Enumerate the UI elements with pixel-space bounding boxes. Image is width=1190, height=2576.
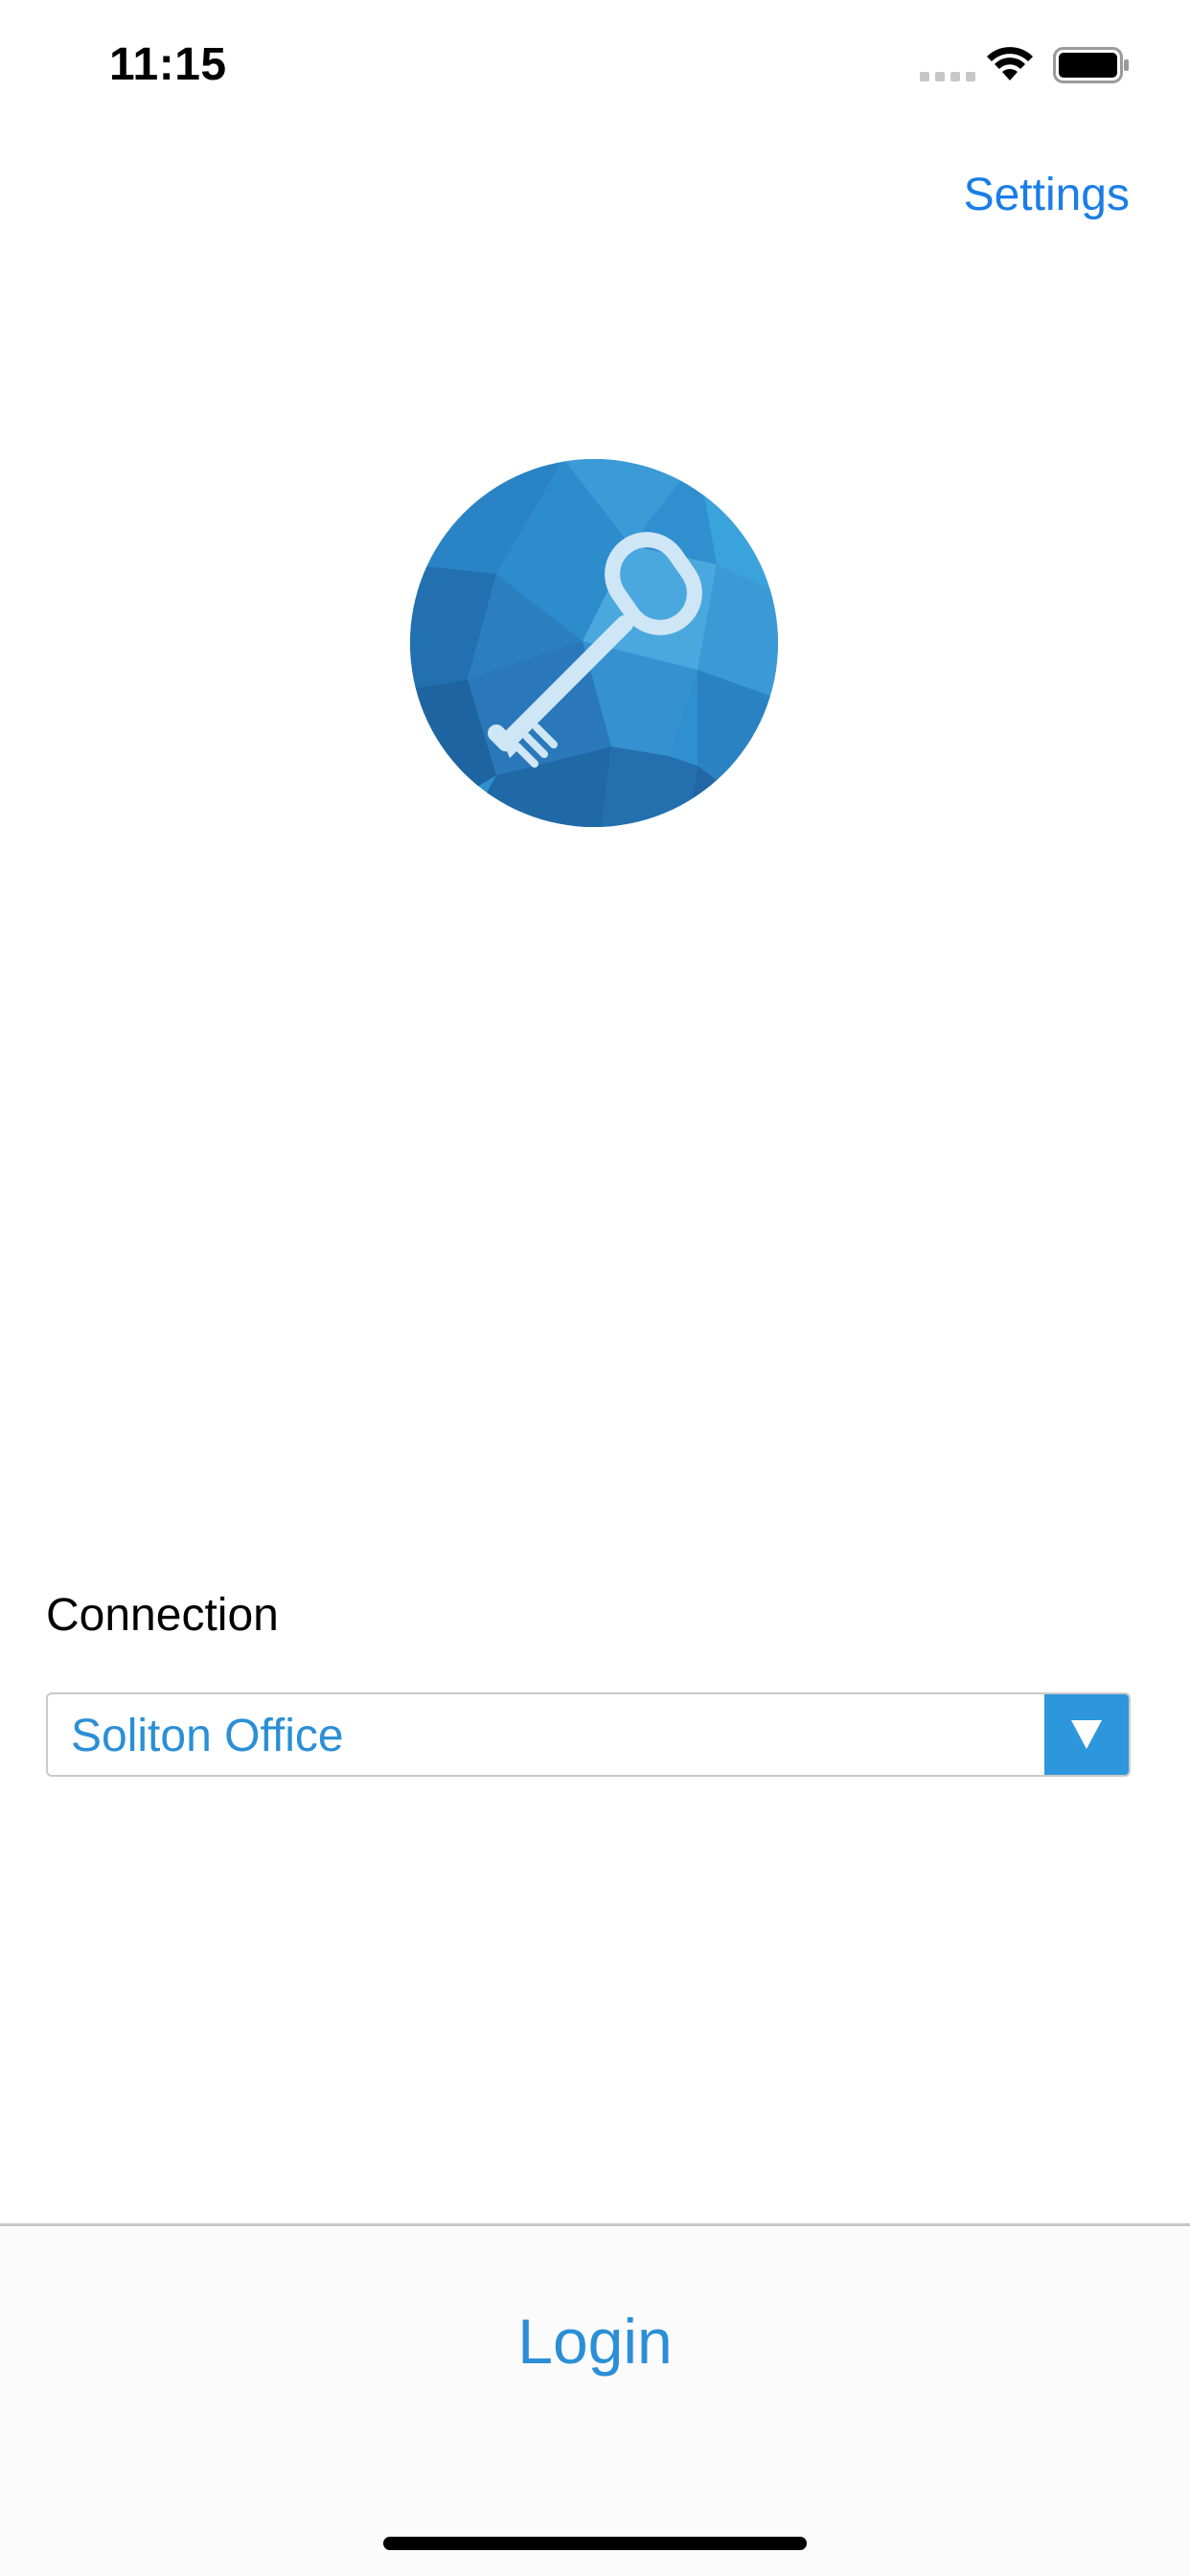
settings-button[interactable]: Settings (964, 169, 1130, 221)
connection-select[interactable]: Soliton Office (46, 1692, 1131, 1777)
battery-icon (1053, 47, 1129, 83)
connection-value: Soliton Office (71, 1711, 344, 1761)
status-bar: 11:15 (0, 0, 1190, 126)
key-icon (410, 459, 778, 827)
triangle-down-icon (1071, 1720, 1102, 1749)
home-indicator (383, 2537, 807, 2550)
connection-dropdown-button[interactable] (1044, 1694, 1129, 1775)
connection-label: Connection (46, 1590, 279, 1641)
login-button[interactable]: Login (0, 2305, 1190, 2378)
status-time: 11:15 (109, 39, 227, 90)
bottom-bar (0, 2226, 1190, 2576)
wifi-icon (987, 47, 1033, 80)
divider (0, 2223, 1190, 2226)
signal-dots-icon (920, 72, 975, 81)
